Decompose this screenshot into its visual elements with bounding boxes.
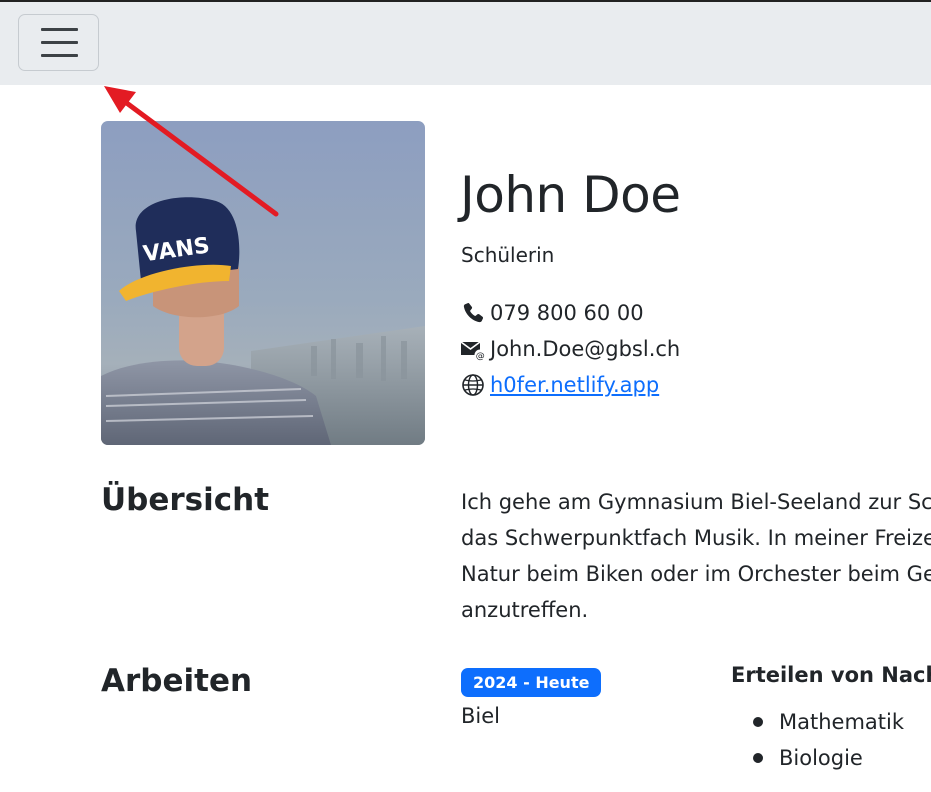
list-item: Mathematik — [753, 704, 904, 740]
phone-number: 079 800 60 00 — [490, 301, 644, 325]
contact-email: @ John.Doe@gbsl.ch — [460, 337, 680, 361]
subject-list: Mathematik Biologie — [753, 704, 904, 776]
date-badge: 2024 - Heute — [461, 668, 602, 697]
email-at-icon: @ — [460, 341, 486, 362]
svg-text:@: @ — [476, 352, 485, 362]
navbar-toggle-button[interactable] — [18, 14, 99, 71]
website-link[interactable]: h0fer.netlify.app — [490, 373, 659, 397]
overview-line: Natur beim Biken oder im Orchester beim … — [461, 562, 931, 586]
overview-text: Ich gehe am Gymnasium Biel-Seeland zur S… — [461, 484, 931, 628]
profile-photo: VANS — [101, 121, 425, 445]
overview-heading: Übersicht — [101, 482, 270, 518]
navbar — [0, 2, 931, 85]
phone-icon — [463, 303, 484, 323]
overview-line: Ich gehe am Gymnasium Biel-Seeland zur S… — [461, 490, 931, 514]
contact-phone: 079 800 60 00 — [460, 301, 644, 325]
work-heading: Arbeiten — [101, 663, 253, 699]
job-title: Erteilen von Nachh — [731, 663, 931, 687]
profile-role: Schülerin — [461, 243, 555, 267]
email-address: John.Doe@gbsl.ch — [490, 337, 681, 361]
profile-name: John Doe — [460, 166, 681, 224]
list-item: Biologie — [753, 740, 904, 776]
overview-line: das Schwerpunktfach Musik. In meiner Fre… — [461, 526, 931, 550]
contact-website: h0fer.netlify.app — [460, 373, 659, 397]
globe-icon — [462, 374, 484, 396]
overview-line: anzutreffen. — [461, 598, 589, 622]
hamburger-menu-icon — [41, 28, 78, 31]
work-place: Biel — [461, 704, 500, 728]
